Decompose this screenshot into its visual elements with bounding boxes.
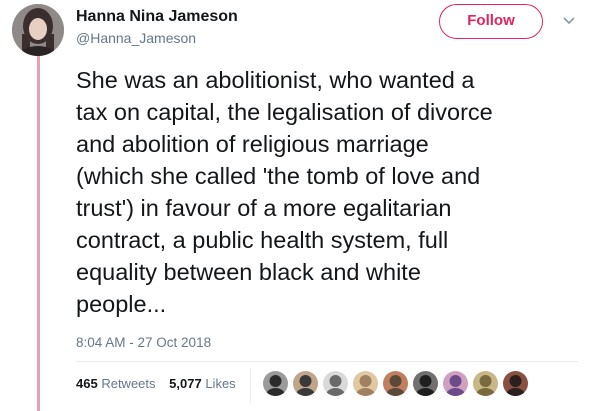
liker-avatar-3[interactable] — [323, 371, 348, 396]
liker-avatar-6[interactable] — [413, 371, 438, 396]
liker-avatar-5[interactable] — [383, 371, 408, 396]
user-handle[interactable]: @Hanna_Jameson — [76, 30, 196, 46]
liker-avatar-2[interactable] — [293, 371, 318, 396]
liker-avatar-1-image — [263, 371, 288, 396]
likes-stat[interactable]: 5,077 Likes — [169, 376, 236, 391]
retweets-label: Retweets — [101, 376, 156, 391]
liker-avatar-2-image — [293, 371, 318, 396]
avatar[interactable] — [12, 4, 64, 56]
stats-separator — [250, 368, 251, 403]
likes-label: Likes — [205, 376, 236, 391]
retweets-stat[interactable]: 465 Retweets — [76, 376, 156, 391]
chevron-down-icon[interactable] — [562, 16, 576, 26]
liker-avatar-1[interactable] — [263, 371, 288, 396]
liker-avatar-5-image — [383, 371, 408, 396]
thread-line — [37, 56, 40, 411]
liker-avatar-4-image — [353, 371, 378, 396]
liker-avatar-9[interactable] — [503, 371, 528, 396]
liker-avatar-6-image — [413, 371, 438, 396]
avatar-image — [12, 4, 64, 56]
liker-avatar-7-image — [443, 371, 468, 396]
display-name[interactable]: Hanna Nina Jameson — [76, 8, 238, 26]
likes-count: 5,077 — [169, 376, 202, 391]
divider — [76, 361, 578, 362]
liker-avatar-3-image — [323, 371, 348, 396]
tweet-text: She was an abolitionist, who wanted a ta… — [76, 67, 493, 317]
tweet-stats: 465 Retweets 5,077 Likes — [76, 376, 246, 391]
liker-avatars — [263, 371, 533, 399]
liker-avatar-7[interactable] — [443, 371, 468, 396]
liker-avatar-8-image — [473, 371, 498, 396]
retweets-count: 465 — [76, 376, 98, 391]
liker-avatar-9-image — [503, 371, 528, 396]
liker-avatar-4[interactable] — [353, 371, 378, 396]
follow-button[interactable]: Follow — [439, 4, 543, 39]
liker-avatar-8[interactable] — [473, 371, 498, 396]
tweet-timestamp[interactable]: 8:04 AM - 27 Oct 2018 — [76, 335, 211, 350]
